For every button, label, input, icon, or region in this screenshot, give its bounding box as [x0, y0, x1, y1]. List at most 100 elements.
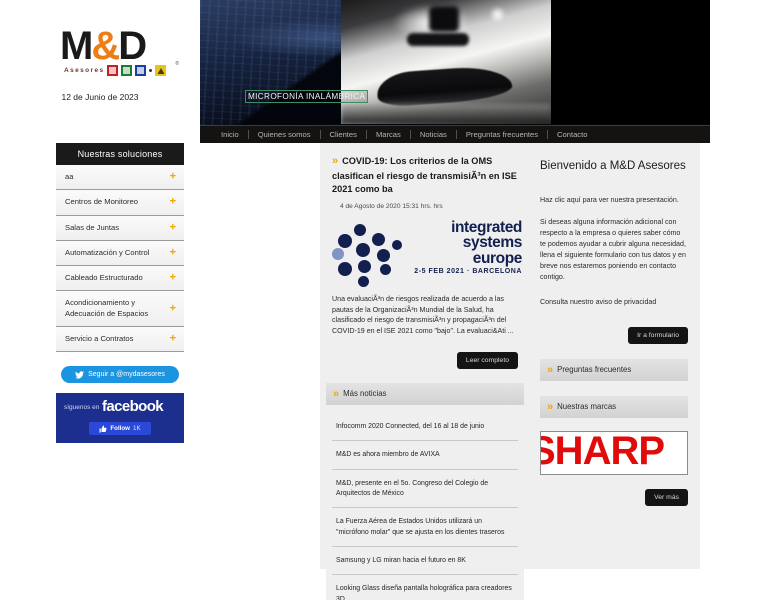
news-list-item[interactable]: M&D es ahora miembro de AVIXA [332, 441, 518, 470]
panel-label: Preguntas frecuentes [557, 365, 632, 375]
panel-nuestras-marcas[interactable]: » Nuestras marcas [540, 395, 688, 418]
news-column: » COVID-19: Los criterios de la OMS clasi… [326, 148, 524, 600]
featured-news-date: 4 de Agosto de 2020 15:31 hrs. hrs [340, 202, 443, 210]
sidebar-item-salas-de-juntas[interactable]: Salas de Juntas + [56, 215, 184, 241]
logo-trademark: ® [175, 61, 179, 67]
logo-badge-green-icon [121, 65, 133, 76]
logo-wordmark: M&D [60, 24, 175, 68]
news-list: Infocomm 2020 Connected, del 16 al 18 de… [326, 412, 524, 600]
banner-photo-shape-1 [429, 6, 459, 32]
ver-mas-button[interactable]: Ver más [645, 488, 688, 506]
logo-badge-dot-icon [149, 69, 153, 72]
thumbs-up-icon [99, 425, 107, 432]
sidebar-item-automatizacion-y-control[interactable]: Automatización y Control + [56, 240, 184, 266]
nav-item-clientes[interactable]: Clientes [321, 130, 366, 139]
featured-news-title[interactable]: » COVID-19: Los criterios de la OMS clasi… [326, 148, 524, 196]
hero-banner: MICROFONÍA INALÁMBRICA [200, 0, 710, 125]
main-navigation: Inicio Quienes somos Clientes Marcas Not… [200, 125, 710, 143]
sidebar-item-label: Salas de Juntas [65, 222, 120, 232]
sidebar-item-aa[interactable]: aa + [56, 165, 184, 191]
plus-icon: + [169, 302, 176, 314]
plus-icon: + [169, 170, 176, 183]
facebook-follow-label: Follow [110, 425, 130, 432]
more-news-header: » Más noticias [326, 382, 524, 405]
current-date: 12 de Junio de 2023 [61, 92, 139, 102]
leer-completo-button[interactable]: Leer completo [456, 351, 518, 369]
privacy-notice-link[interactable]: Consulta nuestro aviso de privacidad [540, 297, 688, 308]
ise-wordmark: integrated systems europe [410, 220, 522, 267]
banner-photo-surface [341, 104, 551, 124]
facebook-prefix-label: síguenos en [64, 404, 100, 411]
sidebar-item-label: Acondicionamiento y Adecuación de Espaci… [65, 298, 149, 318]
banner-caption: MICROFONÍA INALÁMBRICA [245, 90, 369, 103]
sidebar-item-acondicionamiento-y-adecuacion-de-espacios[interactable]: Acondicionamiento y Adecuación de Espaci… [56, 291, 184, 327]
nav-item-preguntas-frecuentes[interactable]: Preguntas frecuentes [457, 130, 547, 139]
logo-badge-red-icon [107, 65, 119, 76]
logo-letter-m: M [60, 24, 93, 68]
featured-news-actions: Leer completo [326, 349, 518, 369]
sidebar-item-label: Cableado Estructurado [65, 273, 143, 282]
aside-column: Bienvenido a M&D Asesores Haz clic aquí … [540, 158, 688, 506]
welcome-title: Bienvenido a M&D Asesores [540, 160, 686, 172]
site-logo[interactable]: M&D Asesores ® [60, 24, 179, 76]
page-root: M&D Asesores ® 12 de Junio de 2023 MICRO… [0, 0, 760, 600]
logo-subtitle-row: Asesores [64, 65, 167, 76]
sidebar-item-label: aa [65, 172, 74, 181]
banner-photo-shape-2 [407, 33, 469, 46]
double-chevron-right-icon: » [547, 400, 553, 413]
panel-preguntas-frecuentes[interactable]: » Preguntas frecuentes [540, 358, 688, 381]
featured-news-title-text: COVID-19: Los criterios de la OMS clasif… [332, 156, 517, 194]
sharp-wordmark: SHARP [540, 430, 665, 473]
ise-line-2: systems [462, 234, 523, 252]
banner-photo-microphone [375, 64, 514, 108]
logo-letter-d: D [118, 24, 147, 68]
brands-actions: Ver más [540, 486, 688, 506]
ise-line-1: integrated [451, 218, 522, 236]
twitter-follow-button[interactable]: Seguir a @mydasesores [61, 366, 179, 383]
sidebar-item-centros-de-monitoreo[interactable]: Centros de Monitoreo + [56, 190, 184, 216]
welcome-body: Si deseas alguna información adicional c… [540, 218, 686, 282]
panel-label: Nuestras marcas [557, 402, 617, 412]
nav-item-inicio[interactable]: Inicio [212, 130, 248, 139]
facebook-follow-button[interactable]: Follow 1K [89, 422, 151, 435]
double-chevron-right-icon: » [332, 155, 338, 167]
nav-item-marcas[interactable]: Marcas [367, 130, 410, 139]
site-header: M&D Asesores ® 12 de Junio de 2023 MICRO… [0, 0, 760, 143]
featured-news-image: integrated systems europe 2-5 FEB 2021 ·… [332, 220, 522, 287]
nav-item-noticias[interactable]: Noticias [411, 130, 456, 139]
sidebar-item-label: Servicio a Contratos [65, 333, 134, 343]
plus-icon: + [169, 332, 176, 345]
sidebar-title: Nuestras soluciones [56, 143, 184, 165]
logo-badge-blue-icon [135, 65, 147, 76]
plus-icon: + [169, 195, 176, 208]
sidebar: Nuestras soluciones aa + Centros de Moni… [56, 143, 184, 443]
sidebar-item-servicio-a-contratos[interactable]: Servicio a Contratos + [56, 326, 184, 352]
plus-icon: + [169, 246, 176, 259]
sidebar-item-label: Automatización y Control [65, 247, 150, 257]
double-chevron-right-icon: » [547, 363, 553, 376]
news-list-item[interactable]: Looking Glass diseña pantalla holográfic… [332, 575, 518, 600]
facebook-follow-count: 1K [133, 425, 141, 432]
logo-block: M&D Asesores ® 12 de Junio de 2023 [0, 0, 200, 140]
more-news-heading: Más noticias [343, 389, 387, 399]
twitter-bird-icon [75, 370, 85, 379]
logo-ampersand: & [91, 24, 120, 68]
sidebar-item-label: Centros de Monitoreo [65, 197, 139, 207]
nav-item-contacto[interactable]: Contacto [548, 130, 596, 139]
ir-a-formulario-button[interactable]: Ir a formulario [628, 326, 688, 344]
news-list-item[interactable]: Samsung y LG miran hacia el futuro en 8K [332, 547, 518, 576]
double-chevron-right-icon: » [333, 387, 339, 400]
news-list-item[interactable]: Infocomm 2020 Connected, del 16 al 18 de… [332, 413, 518, 442]
brand-logo-sharp[interactable]: SHARP [540, 430, 688, 475]
facebook-follow-box[interactable]: síguenos en facebook Follow 1K [56, 393, 184, 443]
banner-photo-bokeh [489, 6, 506, 23]
featured-news-body: Una evaluaciÃ³n de riesgos realizada de … [332, 294, 514, 336]
welcome-subtitle[interactable]: Haz clic aquí para ver nuestra presentac… [540, 195, 688, 206]
plus-icon: + [169, 221, 176, 234]
nav-item-quienes-somos[interactable]: Quienes somos [249, 130, 320, 139]
news-list-item[interactable]: La Fuerza Aérea de Estados Unidos utiliz… [332, 508, 518, 548]
plus-icon: + [169, 271, 176, 284]
news-list-item[interactable]: M&D, presente en el 5o. Congreso del Col… [332, 470, 518, 509]
welcome-actions: Ir a formulario [540, 324, 688, 344]
sidebar-item-cableado-estructurado[interactable]: Cableado Estructurado + [56, 266, 184, 292]
